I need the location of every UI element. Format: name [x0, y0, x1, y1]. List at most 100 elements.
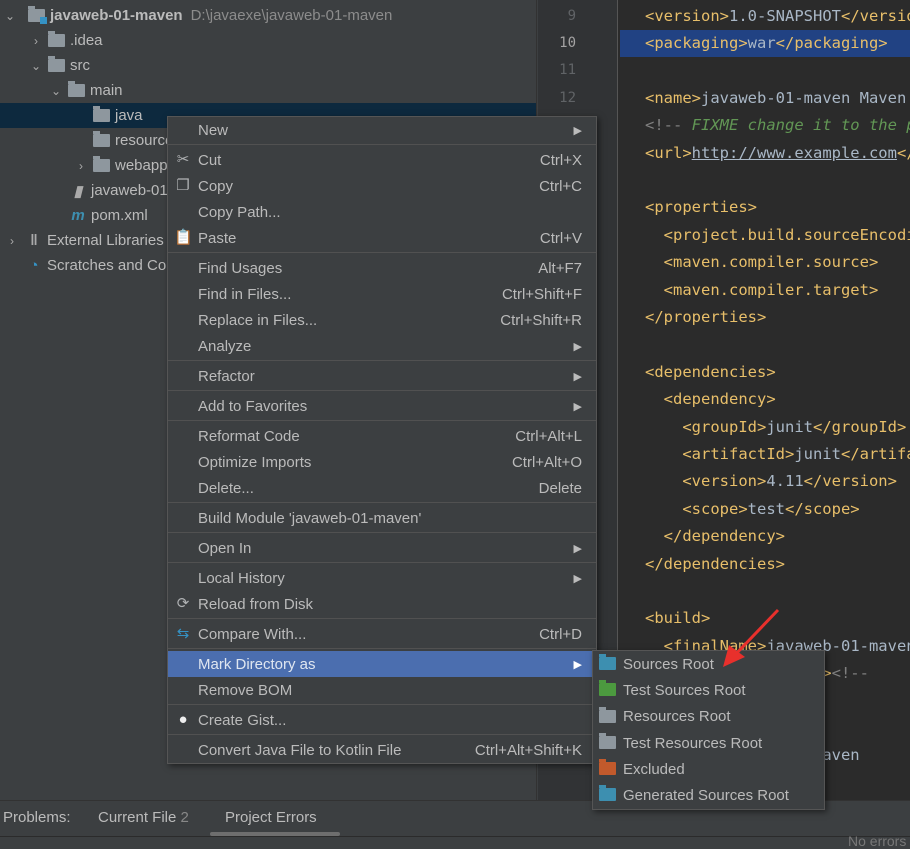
menu-item-refactor[interactable]: Refactor ▶	[168, 363, 596, 389]
submenu-item-generated-sources-root[interactable]: Generated Sources Root	[593, 782, 824, 808]
mark-directory-submenu: Sources Root Test Sources Root Resources R…	[592, 650, 825, 810]
tree-item[interactable]: ⌄ main	[0, 78, 536, 103]
menu-item-copy[interactable]: ❐ Copy Ctrl+C	[168, 173, 596, 199]
menu-item-label: Copy Path...	[198, 203, 281, 221]
test-resources-root-icon	[599, 732, 616, 749]
status-text: No errors	[848, 833, 907, 849]
code-token: <scope>	[645, 499, 748, 518]
github-icon: ●	[178, 711, 188, 728]
submenu-arrow-icon: ▶	[573, 124, 582, 137]
chevron-down-icon[interactable]: ⌄	[4, 9, 16, 23]
tab-project-errors[interactable]: Project Errors	[225, 809, 317, 826]
tree-item[interactable]: › .idea	[0, 28, 536, 53]
menu-item-add-to-favorites[interactable]: Add to Favorites ▶	[168, 393, 596, 419]
code-token: </version>	[803, 472, 897, 491]
code-token: <properties>	[645, 198, 757, 217]
submenu-item-test-resources-root[interactable]: Test Resources Root	[593, 730, 824, 756]
code-token: 1.0-SNAPSHOT	[729, 6, 841, 25]
menu-item-mark-directory-as[interactable]: Mark Directory as ▶	[168, 651, 596, 677]
submenu-item-sources-root[interactable]: Sources Root	[593, 651, 824, 677]
chevron-right-icon[interactable]: ›	[75, 159, 87, 173]
code-line: <scope>test</scope>	[645, 496, 859, 523]
menu-item-cut[interactable]: ✂ Cut Ctrl+X	[168, 147, 596, 173]
menu-item-reformat-code[interactable]: Reformat Code Ctrl+Alt+L	[168, 423, 596, 449]
tree-item[interactable]: ⌄ src	[0, 53, 536, 78]
menu-item-open-in[interactable]: Open In ▶	[168, 535, 596, 561]
shortcut: Ctrl+Shift+R	[500, 311, 582, 329]
code-token: <dependencies>	[645, 362, 776, 381]
menu-item-delete[interactable]: Delete... Delete	[168, 475, 596, 501]
shortcut: Alt+F7	[538, 259, 582, 277]
chevron-down-icon[interactable]: ⌄	[50, 84, 62, 98]
compare-icon: ⇆	[176, 625, 190, 642]
code-token: test	[747, 499, 785, 518]
submenu-item-test-sources-root[interactable]: Test Sources Root	[593, 677, 824, 703]
code-token: http://www.example.com	[691, 143, 897, 162]
menu-item-label: Optimize Imports	[198, 453, 312, 471]
menu-item-paste[interactable]: 📋 Paste Ctrl+V	[168, 225, 596, 251]
submenu-arrow-icon: ▶	[573, 658, 582, 671]
code-line: <properties>	[645, 194, 757, 221]
code-token: <dependency>	[645, 390, 776, 409]
menu-item-label: Open In	[198, 539, 252, 557]
copy-icon: ❐	[176, 177, 190, 194]
code-line: <artifactId>junit</artifactId>	[645, 441, 910, 468]
submenu-item-excluded[interactable]: Excluded	[593, 756, 824, 782]
maven-icon: m	[71, 207, 85, 224]
tree-item-label: main	[90, 82, 123, 99]
code-token: <groupId>	[645, 417, 767, 436]
resources-root-icon	[599, 706, 616, 723]
reload-icon: ⟳	[176, 595, 190, 612]
menu-item-label: Compare With...	[198, 625, 307, 643]
tree-item-label: .idea	[70, 32, 103, 49]
code-token: </packaging>	[775, 33, 888, 52]
menu-item-new[interactable]: New ▶	[168, 117, 596, 143]
menu-item-label: Copy	[198, 177, 234, 195]
menu-item-find-in-files[interactable]: Find in Files... Ctrl+Shift+F	[168, 281, 596, 307]
scissors-icon: ✂	[176, 151, 190, 168]
menu-item-optimize-imports[interactable]: Optimize Imports Ctrl+Alt+O	[168, 449, 596, 475]
menu-item-build-module-javaweb-01-maven[interactable]: Build Module 'javaweb-01-maven'	[168, 505, 596, 531]
code-token: <project.build.sourceEncoding>	[663, 225, 910, 244]
tree-root[interactable]: ⌄ javaweb-01-maven D:\javaexe\javaweb-01…	[0, 3, 536, 28]
problems-label: Problems:	[3, 809, 71, 826]
code-line: </dependencies>	[645, 551, 785, 578]
chevron-down-icon[interactable]: ⌄	[30, 59, 42, 73]
code-token: <url>	[645, 143, 692, 162]
menu-item-label: Reload from Disk	[198, 595, 314, 613]
tab-current-file[interactable]: Current File 2	[98, 809, 189, 826]
submenu-arrow-icon: ▶	[573, 400, 582, 413]
menu-item-find-usages[interactable]: Find Usages Alt+F7	[168, 255, 596, 281]
folder-icon	[48, 56, 65, 72]
code-token: <!--	[831, 664, 879, 683]
menu-item-label: Delete...	[198, 479, 254, 497]
menu-item-reload-from-disk[interactable]: ⟳ Reload from Disk	[168, 591, 596, 617]
menu-item-replace-in-files[interactable]: Replace in Files... Ctrl+Shift+R	[168, 307, 596, 333]
scratches-icon: ◔	[29, 257, 39, 274]
menu-item-convert-java-file-to-kotlin-file[interactable]: Convert Java File to Kotlin File Ctrl+Alt…	[168, 737, 596, 763]
tree-item-label: java	[115, 107, 143, 124]
menu-item-create-gist[interactable]: ● Create Gist...	[168, 707, 596, 733]
submenu-item-label: Sources Root	[623, 655, 714, 673]
menu-item-label: Cut	[198, 151, 222, 169]
chevron-right-icon[interactable]: ›	[6, 234, 18, 248]
menu-item-analyze[interactable]: Analyze ▶	[168, 333, 596, 359]
menu-item-copy-path[interactable]: Copy Path...	[168, 199, 596, 225]
code-line: <url>http://www.example.com</url>	[645, 140, 910, 167]
menu-item-label: Local History	[198, 569, 285, 587]
submenu-item-label: Test Sources Root	[623, 681, 746, 699]
menu-item-label: Paste	[198, 229, 237, 247]
chevron-right-icon[interactable]: ›	[30, 34, 42, 48]
code-token: javaweb-01-maven Maven Webapp	[701, 88, 907, 107]
code-token: <artifactId>	[645, 444, 795, 463]
code-token: junit	[766, 417, 813, 436]
menu-item-compare-with[interactable]: ⇆ Compare With... Ctrl+D	[168, 621, 596, 647]
menu-item-label: Refactor	[198, 367, 255, 385]
menu-item-remove-bom[interactable]: Remove BOM	[168, 677, 596, 703]
code-token: </dependency>	[645, 527, 785, 546]
menu-item-local-history[interactable]: Local History ▶	[168, 565, 596, 591]
code-line: </dependency>	[645, 523, 785, 550]
submenu-item-resources-root[interactable]: Resources Root	[593, 704, 824, 730]
menu-item-label: Add to Favorites	[198, 397, 308, 415]
tree-item-label: External Libraries	[47, 232, 164, 249]
